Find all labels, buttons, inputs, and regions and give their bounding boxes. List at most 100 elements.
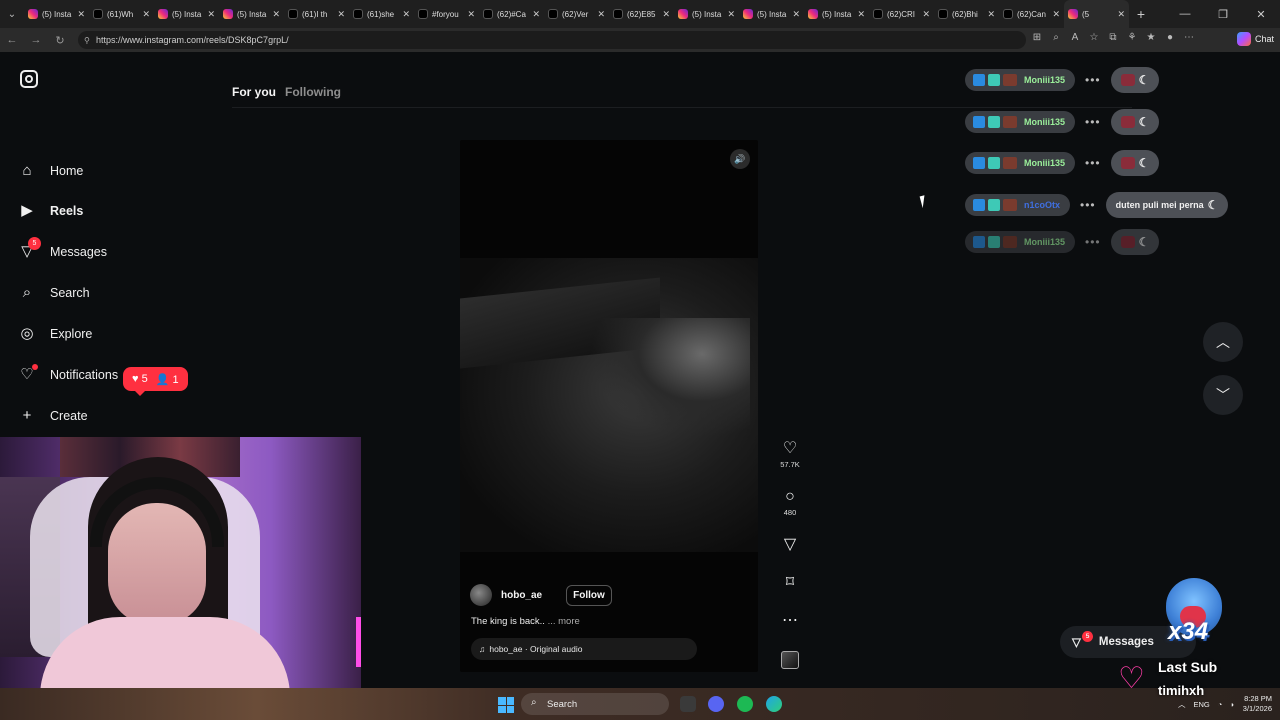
browser-tab[interactable]: (62)CRI ✕ [869,0,934,28]
close-tab-icon[interactable]: ✕ [727,9,735,20]
close-tab-icon[interactable]: ✕ [1117,9,1125,20]
tab-for-you[interactable]: For you [232,85,276,99]
sidebar-item-home[interactable]: ⌂ Home [18,162,83,180]
close-tab-icon[interactable]: ✕ [532,9,540,20]
like-action[interactable]: ♡ 57.7K [776,440,804,469]
site-info-icon[interactable]: ⚲ [84,36,90,45]
browser-tab[interactable]: (62)#Ca ✕ [479,0,544,28]
sidebar-item-label: Notifications [50,368,119,382]
extensions-icon[interactable]: ⧉ [1106,32,1120,46]
split-screen-icon[interactable]: ⚘ [1125,32,1139,46]
close-tab-icon[interactable]: ✕ [337,9,345,20]
more-icon[interactable]: ⋯ [776,612,804,630]
browser-tab[interactable]: (5) Insta ✕ [674,0,739,28]
new-tab-button[interactable]: + [1129,6,1153,22]
browser-tab[interactable]: (5 ✕ [1064,0,1129,28]
browser-tab[interactable]: #foryou ✕ [414,0,479,28]
close-tab-icon[interactable]: ✕ [987,9,995,20]
taskbar-search[interactable]: ⌕ Search [521,693,669,715]
browser-tab[interactable]: (5) Insta ✕ [219,0,284,28]
browser-tab[interactable]: (62)Bhi ✕ [934,0,999,28]
author-username[interactable]: hobo_ae [501,590,542,601]
audio-link[interactable]: ♫ hobo_ae · Original audio [471,638,697,660]
browser-tab[interactable]: (5) Insta ✕ [24,0,89,28]
share-action[interactable]: ▽ [776,536,804,554]
sidebar-item-explore[interactable]: ◎ Explore [18,325,92,343]
sidebar-item-create[interactable]: + Create [18,407,88,425]
bookmark-icon[interactable]: ⌑ [776,574,804,592]
tab-actions-icon[interactable]: ⌄ [0,0,24,28]
close-tab-icon[interactable]: ✕ [792,9,800,20]
next-reel-button[interactable]: ﹀ [1203,375,1243,415]
app-install-icon[interactable]: ⊞ [1030,32,1044,46]
close-tab-icon[interactable]: ✕ [857,9,865,20]
spotify-icon[interactable] [737,696,753,712]
close-tab-icon[interactable]: ✕ [77,9,85,20]
browser-tab[interactable]: (61)Wh ✕ [89,0,154,28]
edge-icon[interactable] [766,696,782,712]
browser-tab[interactable]: (61)I th ✕ [284,0,349,28]
favorite-star-icon[interactable]: ☆ [1087,32,1101,46]
follow-button[interactable]: Follow [566,584,612,606]
reel-video[interactable]: 🔊 hobo_ae Follow The king is back.. ... … [460,140,758,672]
more-menu-icon[interactable]: ⋯ [1182,32,1196,46]
close-tab-icon[interactable]: ✕ [597,9,605,20]
browser-tab[interactable]: (62)Can ✕ [999,0,1064,28]
caption-text: The king is back.. [471,616,545,627]
more-action[interactable]: ⋯ [776,612,804,630]
minimize-icon[interactable]: — [1166,8,1204,20]
zoom-icon[interactable]: ⌕ [1049,32,1063,46]
instagram-logo-icon[interactable] [20,70,38,88]
close-tab-icon[interactable]: ✕ [922,9,930,20]
volume-tray-icon[interactable]: ◗ [1230,700,1235,709]
previous-reel-button[interactable]: ︿ [1203,322,1243,362]
clock[interactable]: 8:28 PM 3/1/2026 [1243,694,1272,714]
discord-icon[interactable] [708,696,724,712]
close-tab-icon[interactable]: ✕ [142,9,150,20]
browser-tab[interactable]: (62)E85 ✕ [609,0,674,28]
back-icon[interactable]: ← [0,34,24,46]
volume-icon[interactable]: 🔊 [730,149,750,169]
close-tab-icon[interactable]: ✕ [402,9,410,20]
heart-icon[interactable]: ♡ [776,440,804,458]
read-aloud-icon[interactable]: A [1068,32,1082,46]
sidebar-item-reels[interactable]: ▶ Reels [18,202,83,220]
comment-icon[interactable]: ○ [776,488,804,506]
tray-chevron-icon[interactable]: ︿ [1178,699,1186,710]
wifi-icon[interactable]: ◔ [1218,700,1223,709]
sidebar-item-messages[interactable]: ▽ 5 Messages [18,237,107,261]
share-icon[interactable]: ▽ [776,536,804,554]
maximize-icon[interactable]: ❐ [1204,8,1242,21]
windows-start-icon[interactable] [498,697,514,713]
close-tab-icon[interactable]: ✕ [207,9,215,20]
browser-tab[interactable]: (61)she ✕ [349,0,414,28]
refresh-icon[interactable]: ↻ [48,34,72,47]
more-link[interactable]: ... more [548,616,580,627]
favorites-icon[interactable]: ★ [1144,32,1158,46]
tab-following[interactable]: Following [285,85,341,99]
sidebar-item-notifications[interactable]: ♡ Notifications [18,364,119,384]
browser-tab[interactable]: (5) Insta ✕ [154,0,219,28]
close-tab-icon[interactable]: ✕ [662,9,670,20]
author-avatar[interactable] [470,584,492,606]
forward-icon[interactable]: → [24,34,48,46]
comment-action[interactable]: ○ 480 [776,488,804,517]
close-tab-icon[interactable]: ✕ [1052,9,1060,20]
notifications-popup[interactable]: ♥ 5 👤 1 [123,367,188,396]
browser-tab[interactable]: (5) Insta ✕ [804,0,869,28]
address-bar[interactable]: ⚲ https://www.instagram.com/reels/DSK8pC… [78,31,1026,49]
browser-tab[interactable]: (5) Insta ✕ [739,0,804,28]
profile-avatar[interactable]: ● [1163,32,1177,46]
sidebar-item-search[interactable]: ⌕ Search [18,284,90,302]
instagram-icon [1068,9,1078,19]
copilot-chat-button[interactable]: Chat [1236,32,1274,46]
close-window-icon[interactable]: ✕ [1242,8,1280,21]
instagram-icon [223,9,233,19]
language-indicator[interactable]: ENG [1193,700,1209,709]
close-tab-icon[interactable]: ✕ [467,9,475,20]
close-tab-icon[interactable]: ✕ [272,9,280,20]
file-explorer-icon[interactable] [680,696,696,712]
browser-tab[interactable]: (62)Ver ✕ [544,0,609,28]
save-action[interactable]: ⌑ [776,574,804,592]
audio-thumbnail[interactable] [776,651,804,669]
